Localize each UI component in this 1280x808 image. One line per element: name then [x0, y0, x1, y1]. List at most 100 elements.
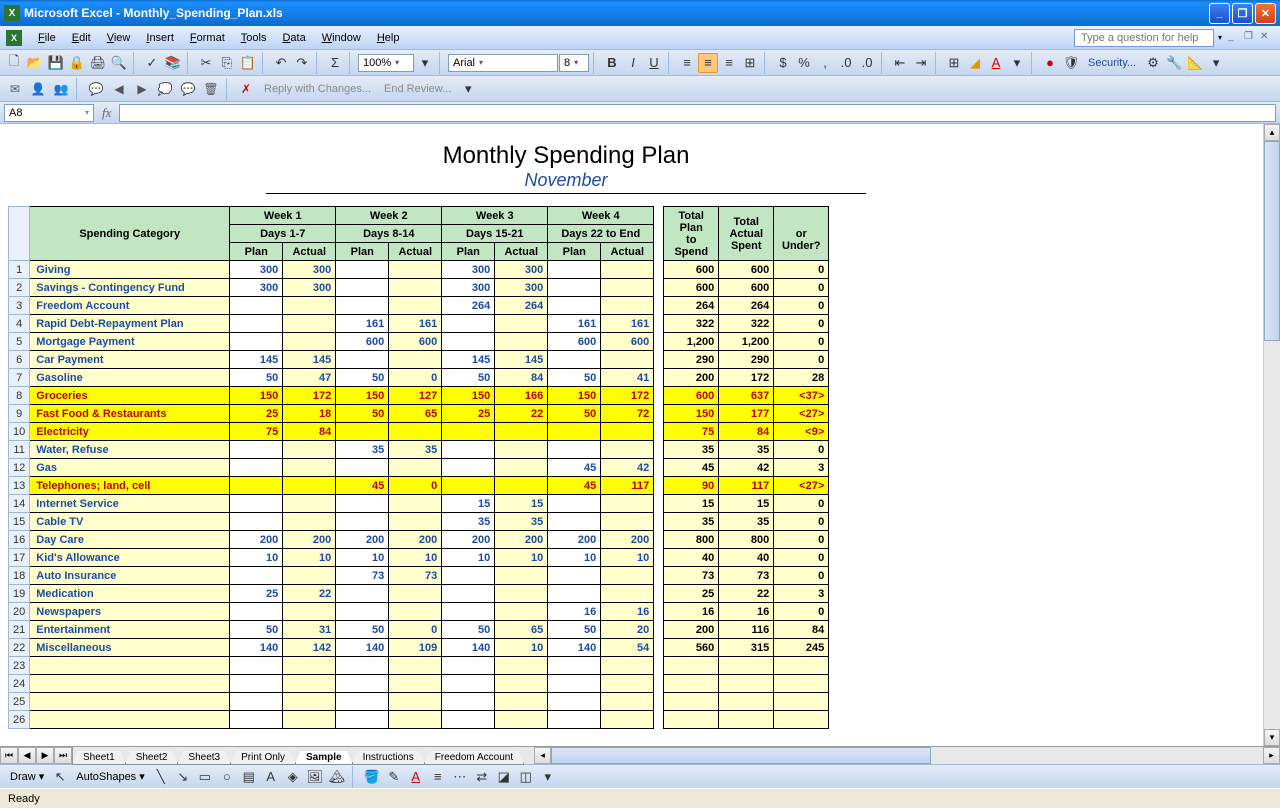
dash-style-button[interactable]: ⋯	[450, 767, 470, 787]
plan-cell[interactable]: 35	[336, 441, 389, 459]
plan-cell[interactable]	[230, 333, 283, 351]
category-cell[interactable]: Gas	[30, 459, 230, 477]
total-cell[interactable]: 35	[719, 513, 774, 531]
underline-button[interactable]: U	[644, 53, 664, 73]
actual-cell[interactable]	[283, 495, 336, 513]
security-icon[interactable]: 🛡	[1061, 53, 1081, 73]
plan-cell[interactable]	[442, 567, 495, 585]
plan-cell[interactable]	[230, 315, 283, 333]
actual-cell[interactable]	[495, 603, 548, 621]
reject-change-button[interactable]: ✗	[235, 79, 257, 99]
plan-cell[interactable]: 300	[230, 279, 283, 297]
actual-cell[interactable]	[495, 657, 548, 675]
actual-cell[interactable]	[389, 657, 442, 675]
category-cell[interactable]: Newspapers	[30, 603, 230, 621]
new-comment-button[interactable]: 💬	[85, 79, 107, 99]
plan-cell[interactable]	[442, 315, 495, 333]
new-button[interactable]: 🗋	[4, 53, 24, 73]
actual-cell[interactable]: 10	[389, 549, 442, 567]
doc-restore-button[interactable]: ❐	[1244, 31, 1258, 45]
plan-cell[interactable]	[442, 657, 495, 675]
actual-cell[interactable]: 145	[283, 351, 336, 369]
copy-button[interactable]: ⎘	[217, 53, 237, 73]
total-cell[interactable]: 245	[774, 639, 829, 657]
category-cell[interactable]: Mortgage Payment	[30, 333, 230, 351]
category-cell[interactable]: Car Payment	[30, 351, 230, 369]
menu-tools[interactable]: Tools	[233, 30, 275, 46]
category-cell[interactable]: Water, Refuse	[30, 441, 230, 459]
plan-cell[interactable]: 150	[548, 387, 601, 405]
plan-cell[interactable]	[230, 459, 283, 477]
actual-cell[interactable]	[283, 657, 336, 675]
vba-button[interactable]: ⚙	[1143, 53, 1163, 73]
actual-cell[interactable]: 600	[389, 333, 442, 351]
total-cell[interactable]: 290	[664, 351, 719, 369]
plan-cell[interactable]	[548, 567, 601, 585]
total-cell[interactable]	[664, 693, 719, 711]
actual-cell[interactable]: 142	[283, 639, 336, 657]
actual-cell[interactable]	[601, 423, 654, 441]
category-cell[interactable]: Day Care	[30, 531, 230, 549]
menu-file[interactable]: File	[30, 30, 64, 46]
total-cell[interactable]: 0	[774, 441, 829, 459]
vb-toolbar-options-icon[interactable]: ▾	[1206, 53, 1226, 73]
plan-cell[interactable]: 600	[336, 333, 389, 351]
plan-cell[interactable]	[336, 513, 389, 531]
plan-cell[interactable]	[548, 675, 601, 693]
oval-button[interactable]: ○	[217, 767, 237, 787]
actual-cell[interactable]: 65	[389, 405, 442, 423]
font-name-combo[interactable]: Arial	[448, 54, 558, 72]
plan-cell[interactable]	[442, 441, 495, 459]
total-cell[interactable]: 40	[719, 549, 774, 567]
actual-cell[interactable]: 172	[283, 387, 336, 405]
plan-cell[interactable]: 150	[230, 387, 283, 405]
actual-cell[interactable]	[495, 567, 548, 585]
select-objects-button[interactable]: ↖	[50, 767, 70, 787]
plan-cell[interactable]	[442, 711, 495, 729]
textbox-button[interactable]: ▤	[239, 767, 259, 787]
plan-cell[interactable]: 10	[548, 549, 601, 567]
arrow-style-button[interactable]: ⇄	[472, 767, 492, 787]
macro-record-icon[interactable]: ●	[1040, 53, 1060, 73]
total-cell[interactable]	[774, 711, 829, 729]
increase-indent-button[interactable]: ⇥	[911, 53, 931, 73]
autosum-button[interactable]: Σ	[325, 53, 345, 73]
plan-cell[interactable]: 45	[336, 477, 389, 495]
actual-cell[interactable]: 161	[601, 315, 654, 333]
autoshapes-menu[interactable]: AutoShapes ▾	[72, 770, 149, 783]
total-cell[interactable]: <9>	[774, 423, 829, 441]
actual-cell[interactable]: 109	[389, 639, 442, 657]
total-cell[interactable]: 600	[664, 279, 719, 297]
plan-cell[interactable]	[548, 513, 601, 531]
total-cell[interactable]: 73	[719, 567, 774, 585]
plan-cell[interactable]: 50	[336, 621, 389, 639]
actual-cell[interactable]	[601, 567, 654, 585]
plan-cell[interactable]: 264	[442, 297, 495, 315]
scroll-thumb-v[interactable]	[1264, 141, 1280, 341]
print-preview-button[interactable]: 🔍	[109, 53, 129, 73]
line-color-button[interactable]: ✎	[384, 767, 404, 787]
total-cell[interactable]: 264	[719, 297, 774, 315]
actual-cell[interactable]	[389, 351, 442, 369]
category-cell[interactable]: Savings - Contingency Fund	[30, 279, 230, 297]
plan-cell[interactable]: 161	[548, 315, 601, 333]
plan-cell[interactable]	[230, 693, 283, 711]
plan-cell[interactable]	[336, 675, 389, 693]
total-cell[interactable]: 40	[664, 549, 719, 567]
actual-cell[interactable]	[389, 279, 442, 297]
total-cell[interactable]: 15	[719, 495, 774, 513]
total-cell[interactable]: 28	[774, 369, 829, 387]
plan-cell[interactable]	[548, 657, 601, 675]
comma-button[interactable]: ,	[815, 53, 835, 73]
total-cell[interactable]: 0	[774, 513, 829, 531]
line-style-button[interactable]: ≡	[428, 767, 448, 787]
total-cell[interactable]: 322	[719, 315, 774, 333]
plan-cell[interactable]: 200	[230, 531, 283, 549]
diagram-button[interactable]: ◈	[283, 767, 303, 787]
tab-first-button[interactable]: ⏮	[0, 747, 18, 764]
delete-comment-button[interactable]: 🗑	[200, 79, 222, 99]
actual-cell[interactable]	[389, 495, 442, 513]
total-cell[interactable]: 0	[774, 279, 829, 297]
total-cell[interactable]: 0	[774, 549, 829, 567]
sheet-tab-sample[interactable]: Sample	[295, 751, 353, 765]
